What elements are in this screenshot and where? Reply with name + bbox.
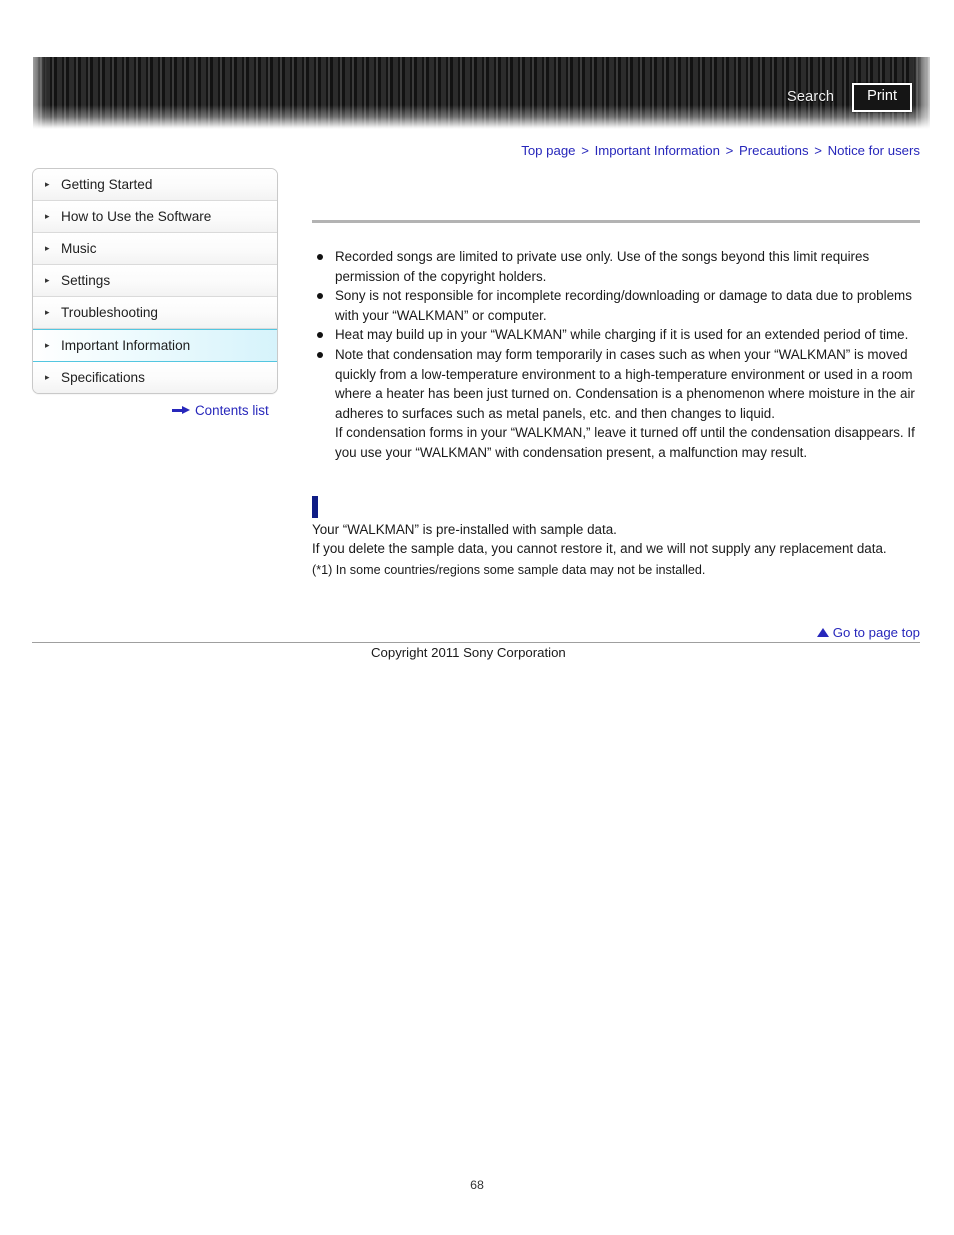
precaution-bullet-paragraph: Note that condensation may form temporar… (335, 346, 915, 421)
precaution-bullet: Note that condensation may form temporar… (312, 345, 920, 463)
chevron-right-icon: ▸ (45, 307, 50, 317)
contents-list-link[interactable]: Contents list (172, 403, 269, 418)
precaution-bullet-paragraph: If condensation forms in your “WALKMAN,”… (335, 425, 915, 460)
sidebar-item-specifications[interactable]: ▸ Specifications (33, 362, 277, 393)
sidebar-item-label: Getting Started (61, 177, 153, 192)
go-to-page-top-link[interactable]: Go to page top (816, 625, 920, 640)
arrow-right-icon (172, 406, 190, 415)
breadcrumb-separator: > (725, 143, 734, 158)
contents-list-label: Contents list (195, 403, 269, 418)
sidebar-item-label: Important Information (61, 338, 191, 353)
sidebar-item-label: Troubleshooting (61, 305, 158, 320)
sample-data-line-2: If you delete the sample data, you canno… (312, 540, 887, 556)
sidebar-navigation: ▸ Getting Started ▸ How to Use the Software… (32, 168, 278, 394)
breadcrumb-separator: > (581, 143, 589, 158)
chevron-right-icon: ▸ (45, 211, 50, 221)
main-content: Recorded songs are limited to private us… (312, 220, 920, 580)
header-banner: Search Print (33, 57, 930, 129)
sidebar-item-label: Specifications (61, 370, 145, 385)
sidebar-item-music[interactable]: ▸ Music (33, 233, 277, 265)
copyright-text: Copyright 2011 Sony Corporation (371, 645, 566, 660)
sidebar-item-important-information[interactable]: ▸ Important Information (33, 329, 277, 362)
precaution-bullet: Heat may build up in your “WALKMAN” whil… (312, 325, 920, 345)
sample-data-footnote: (*1) In some countries/regions some samp… (312, 562, 706, 577)
footer-divider (32, 642, 920, 643)
precautions-bullet-list: Recorded songs are limited to private us… (312, 247, 920, 463)
print-button[interactable]: Print (852, 83, 912, 112)
header-actions: Search Print (787, 83, 912, 112)
precaution-bullet-paragraph: Recorded songs are limited to private us… (335, 249, 870, 284)
section-divider (312, 220, 920, 223)
sample-data-section-header (312, 490, 920, 520)
search-link[interactable]: Search (787, 89, 834, 105)
chevron-right-icon: ▸ (45, 179, 50, 189)
breadcrumb-item-important-information[interactable]: Important Information (595, 143, 720, 158)
precaution-bullet-paragraph: Heat may build up in your “WALKMAN” whil… (335, 327, 909, 343)
sidebar-item-settings[interactable]: ▸ Settings (33, 265, 277, 297)
sidebar-item-label: Music (61, 241, 97, 256)
precaution-bullet: Sony is not responsible for incomplete r… (312, 286, 920, 325)
sidebar-item-label: Settings (61, 273, 111, 288)
section-marker-bar (312, 495, 318, 518)
sidebar-item-how-to-use-the-software[interactable]: ▸ How to Use the Software (33, 201, 277, 233)
breadcrumb-separator: > (814, 143, 822, 158)
triangle-up-icon (816, 628, 829, 637)
breadcrumb-item-precautions[interactable]: Precautions (739, 143, 809, 158)
chevron-right-icon: ▸ (45, 275, 50, 285)
chevron-right-icon: ▸ (45, 340, 50, 350)
chevron-right-icon: ▸ (45, 372, 50, 382)
sample-data-line-1: Your “WALKMAN” is pre-installed with sam… (312, 521, 617, 537)
breadcrumb: Top page > Important Information > Preca… (521, 143, 920, 158)
sidebar-item-getting-started[interactable]: ▸ Getting Started (33, 169, 277, 201)
page-number: 68 (470, 1178, 484, 1192)
sidebar-item-label: How to Use the Software (61, 209, 212, 224)
sidebar-item-troubleshooting[interactable]: ▸ Troubleshooting (33, 297, 277, 329)
precaution-bullet: Recorded songs are limited to private us… (312, 247, 920, 286)
go-to-page-top-label: Go to page top (832, 625, 920, 640)
chevron-right-icon: ▸ (45, 243, 50, 253)
breadcrumb-item-top-page[interactable]: Top page (521, 143, 575, 158)
breadcrumb-item-notice-for-users[interactable]: Notice for users (828, 143, 920, 158)
precaution-bullet-paragraph: Sony is not responsible for incomplete r… (335, 288, 912, 323)
